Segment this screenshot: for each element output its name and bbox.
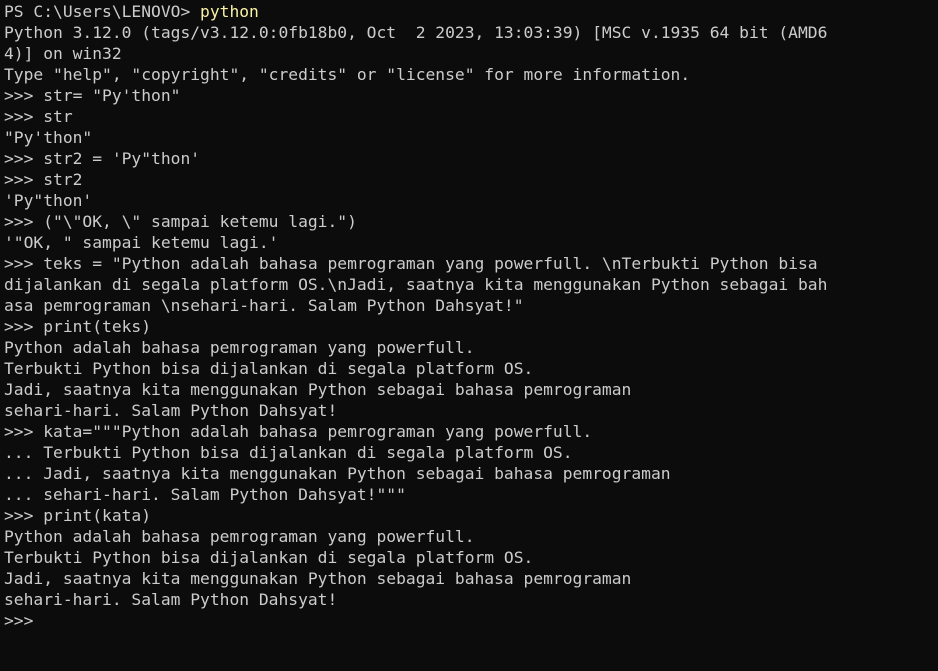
- terminal-window[interactable]: PS C:\Users\LENOVO> python Python 3.12.0…: [0, 0, 938, 671]
- input-continuation-line: ... Terbukti Python bisa dijalankan di s…: [4, 443, 573, 462]
- input-line: >>> print(teks): [4, 317, 152, 336]
- input-line: >>> str: [4, 107, 73, 126]
- input-line: >>> print(kata): [4, 506, 152, 525]
- output-line: 'Py"thon': [4, 191, 93, 210]
- input-line: >>> str2: [4, 170, 83, 189]
- output-line: sehari-hari. Salam Python Dahsyat!: [4, 401, 338, 420]
- output-line: Python adalah bahasa pemrograman yang po…: [4, 338, 475, 357]
- input-line: >>> str= "Py'thon": [4, 86, 181, 105]
- input-line: >>> str2 = 'Py"thon': [4, 149, 201, 168]
- powershell-prompt-line: PS C:\Users\LENOVO> python: [4, 1, 938, 22]
- input-line: >>> teks = "Python adalah bahasa pemrogr…: [4, 254, 818, 273]
- output-line: "Py'thon": [4, 128, 93, 147]
- output-line: sehari-hari. Salam Python Dahsyat!: [4, 590, 338, 609]
- python-prompt: >>>: [4, 611, 44, 630]
- input-continuation-line: asa pemrograman \nsehari-hari. Salam Pyt…: [4, 296, 524, 315]
- input-line: >>> kata="""Python adalah bahasa pemrogr…: [4, 422, 593, 441]
- text-cursor: [43, 611, 52, 629]
- output-line: Type "help", "copyright", "credits" or "…: [4, 65, 691, 84]
- output-line: Terbukti Python bisa dijalankan di segal…: [4, 359, 534, 378]
- output-line: Python 3.12.0 (tags/v3.12.0:0fb18b0, Oct…: [4, 23, 828, 42]
- powershell-prompt: PS C:\Users\LENOVO>: [4, 2, 201, 21]
- python-command: python: [200, 2, 259, 21]
- current-prompt-line[interactable]: >>>: [4, 610, 938, 631]
- output-line: Python adalah bahasa pemrograman yang po…: [4, 527, 475, 546]
- output-line: Terbukti Python bisa dijalankan di segal…: [4, 548, 534, 567]
- output-line: Jadi, saatnya kita menggunakan Python se…: [4, 569, 632, 588]
- input-continuation-line: ... Jadi, saatnya kita menggunakan Pytho…: [4, 464, 671, 483]
- output-line: Jadi, saatnya kita menggunakan Python se…: [4, 380, 632, 399]
- output-line: '"OK, " sampai ketemu lagi.': [4, 233, 279, 252]
- input-line: >>> ("\"OK, \" sampai ketemu lagi."): [4, 212, 357, 231]
- input-continuation-line: dijalankan di segala platform OS.\nJadi,…: [4, 275, 828, 294]
- input-continuation-line: ... sehari-hari. Salam Python Dahsyat!""…: [4, 485, 406, 504]
- output-line: 4)] on win32: [4, 44, 122, 63]
